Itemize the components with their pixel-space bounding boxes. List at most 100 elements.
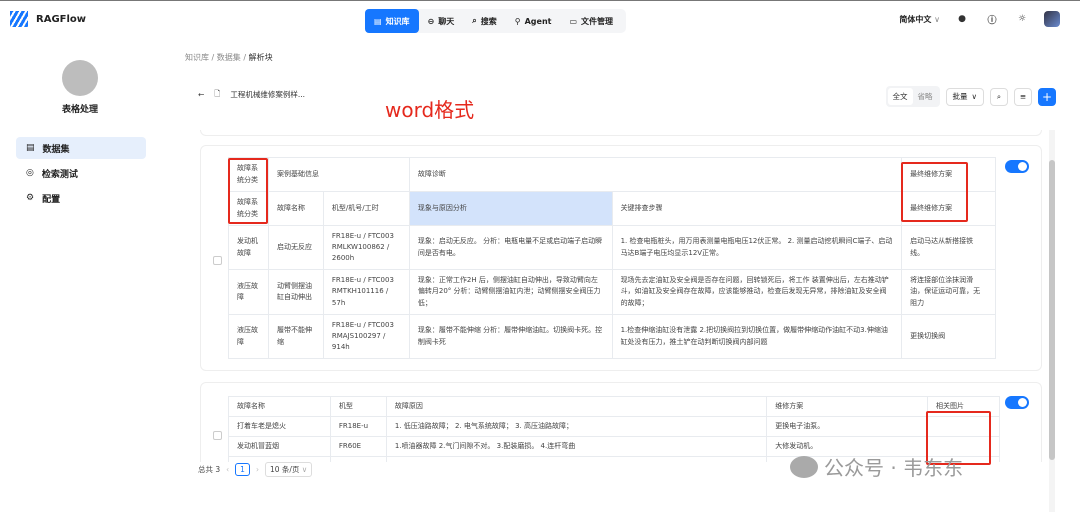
- help-icon[interactable]: ⓘ: [984, 11, 1000, 27]
- nav-search[interactable]: ⌕ 搜索: [463, 9, 505, 33]
- nav-label: 知识库: [385, 16, 410, 26]
- cell: 现场先去定油缸及安全阀是否存在问题，回转锁死后，将工作 装置伸出后，左右推动铲斗…: [611, 269, 903, 315]
- header-cell: 现象与原因分析: [408, 191, 613, 226]
- chunk-checkbox[interactable]: [213, 256, 222, 265]
- cell: 液压故障: [228, 269, 269, 315]
- cell: FR18E-u / FTC003 RMTKH101116 / 57h: [322, 269, 410, 315]
- cell: FR60E: [329, 436, 387, 457]
- view-omit-button[interactable]: 省略: [913, 88, 938, 105]
- header-cell: 故障诊断: [408, 157, 903, 192]
- sidebar-item-label: 检索测试: [41, 169, 78, 180]
- chat-icon: ⊖: [427, 16, 435, 26]
- batch-dropdown[interactable]: 批量 ∨: [945, 87, 984, 106]
- header-cell: 机型/机号/工时: [322, 191, 410, 226]
- plus-icon: +: [1041, 89, 1053, 104]
- kb-avatar: [62, 60, 98, 96]
- table-row: 打着车老是熄火 FR18E-u 1. 低压油路故障； 2. 电气系统故障； 3. 高…: [228, 416, 1000, 437]
- cell: 动臂侧摆油缸自动伸出: [267, 269, 324, 315]
- header-cell: 故障名称: [228, 396, 331, 417]
- prev-page-icon[interactable]: ‹: [226, 465, 229, 474]
- language-select[interactable]: 简体中文 ∨: [899, 14, 940, 25]
- highlight-box: [901, 162, 968, 222]
- chevron-down-icon: ∨: [971, 92, 978, 101]
- scrollbar[interactable]: [1049, 130, 1055, 512]
- nav-label: 文件管理: [581, 16, 614, 26]
- nav-label: 搜索: [480, 16, 497, 26]
- cell: 发动机冒蓝烟: [228, 436, 331, 457]
- back-arrow-icon[interactable]: ←: [198, 90, 204, 99]
- add-chunk-button[interactable]: +: [1038, 87, 1056, 106]
- highlight-box: [228, 158, 268, 224]
- search-button[interactable]: ⌕: [990, 87, 1008, 106]
- nav-label: Agent: [524, 16, 552, 26]
- cell: 启动马达从新搭接铁线。: [901, 225, 996, 270]
- retrieval-icon: ◎: [26, 168, 34, 178]
- sidebar-item-config[interactable]: ⚙ 配置: [16, 187, 146, 209]
- header-cell: 故障原因: [385, 396, 768, 417]
- cell: 1. 检查电瓶桩头，用万用表测量电瓶电压12伏正常。 2. 测量启动挖机瞬间C端…: [611, 225, 903, 270]
- app-name: RAGFlow: [36, 13, 87, 25]
- github-icon[interactable]: ●: [954, 11, 970, 27]
- filter-button[interactable]: ≡: [1014, 87, 1032, 106]
- nav-chat[interactable]: ⊖ 聊天: [419, 9, 464, 33]
- header-cell: 案例基础信息: [267, 157, 410, 192]
- sidebar-item-retrieval-test[interactable]: ◎ 检索测试: [16, 162, 146, 184]
- document-icon: ▤: [26, 143, 35, 153]
- cell: 现象：启动无反应。 分析：电瓶电量不足或启动端子启动瞬间是否有电。: [408, 225, 613, 270]
- header-cell: 维修方案: [766, 396, 929, 417]
- top-bar: RAGFlow ▤ 知识库 ⊖ 聊天 ⌕ 搜索 ⚲ Agent ▭ 文件管理 简体中文 ∨…: [0, 0, 1080, 40]
- pagination: 总共 3 ‹ 1 › 10 条/页 ∨: [198, 462, 313, 477]
- sidebar-item-label: 数据集: [42, 144, 70, 155]
- sidebar-item-dataset[interactable]: ▤ 数据集: [16, 137, 146, 159]
- scrollbar-thumb[interactable]: [1049, 160, 1055, 460]
- nav-agent[interactable]: ⚲ Agent: [506, 9, 561, 33]
- kb-name: 表格处理: [61, 105, 98, 115]
- logo[interactable]: RAGFlow: [10, 11, 86, 27]
- table-header-row: 故障系统分类 故障名称 机型/机号/工时 现象与原因分析 关键排查步骤 最终维修…: [228, 191, 996, 226]
- filter-icon: ≡: [1019, 92, 1027, 101]
- cell: 现象：履带不能伸缩 分析：履带伸缩油缸。切换阀卡死。控制阀卡死: [408, 314, 613, 359]
- cell: 将连接部位涂抹润滑油，保证运动可靠，无阻力: [901, 269, 996, 315]
- nav-file-management[interactable]: ▭ 文件管理: [560, 9, 622, 33]
- chunk-enable-toggle[interactable]: [1005, 160, 1029, 173]
- page-1-button[interactable]: 1: [235, 463, 250, 476]
- file-icon: 🗋: [214, 89, 221, 98]
- chevron-down-icon: ∨: [934, 14, 940, 24]
- chunk-checkbox[interactable]: [213, 431, 222, 440]
- folder-icon: ▭: [569, 16, 578, 26]
- doc-bar: ← 🗋 工程机械维修案例样...: [198, 88, 305, 101]
- theme-sun-icon[interactable]: ☼: [1014, 11, 1030, 27]
- wechat-icon: [790, 455, 818, 478]
- table-header-row: 故障名称 机型 故障原因 维修方案 相关图片: [228, 396, 1000, 417]
- header-cell: 关键排查步骤: [611, 191, 903, 226]
- user-avatar[interactable]: [1044, 11, 1060, 27]
- ragflow-logo-icon: [10, 11, 28, 27]
- breadcrumb-knowledge-base[interactable]: 知识库: [185, 53, 209, 62]
- book-icon: ▤: [374, 16, 382, 26]
- table-header-row: 故障系统分类 案例基础信息 故障诊断 最终维修方案: [228, 157, 996, 192]
- batch-label: 批量: [952, 92, 968, 101]
- toolbar: 全文 省略 批量 ∨ ⌕ ≡ +: [885, 86, 1056, 107]
- agent-icon: ⚲: [514, 16, 521, 26]
- page-size-select[interactable]: 10 条/页 ∨: [264, 462, 313, 477]
- search-icon: ⌕: [472, 16, 477, 25]
- view-full-button[interactable]: 全文: [887, 88, 913, 105]
- total-count: 总共 3: [198, 465, 221, 474]
- nav-knowledge-base[interactable]: ▤ 知识库: [365, 9, 419, 33]
- cell: 1. 低压油路故障； 2. 电气系统故障； 3. 高压油路故障；: [385, 416, 768, 437]
- header-cell: 故障名称: [267, 191, 324, 226]
- cell: 更换电子油泵。: [766, 416, 929, 437]
- chunk-card[interactable]: 故障名称 机型 故障原因 维修方案 相关图片 打着车老是熄火 FR18E-u 1. 低压油路…: [200, 382, 1042, 462]
- breadcrumb-chunks: 解析块: [248, 53, 273, 62]
- next-page-icon[interactable]: ›: [256, 465, 259, 474]
- chunk-enable-toggle[interactable]: [1005, 396, 1029, 409]
- watermark: 公众号 · 韦东东: [790, 452, 963, 481]
- previous-chunk-card: [200, 130, 1042, 136]
- chevron-down-icon: ∨: [301, 465, 308, 474]
- cell: 1.喷油器故障 2.气门间隙不对。 3.配装磨损。 4.连杆弯曲: [385, 436, 768, 457]
- gear-icon: ⚙: [26, 193, 35, 203]
- breadcrumb-dataset[interactable]: 数据集: [217, 53, 241, 62]
- language-label: 简体中文: [899, 14, 932, 24]
- cell: 现象：正常工作2H 后，侧摆油缸自动伸出，导致动臂向左偏转月20° 分析：动臂侧…: [408, 269, 613, 315]
- sidebar: 表格处理 ▤ 数据集 ◎ 检索测试 ⚙ 配置: [0, 42, 160, 512]
